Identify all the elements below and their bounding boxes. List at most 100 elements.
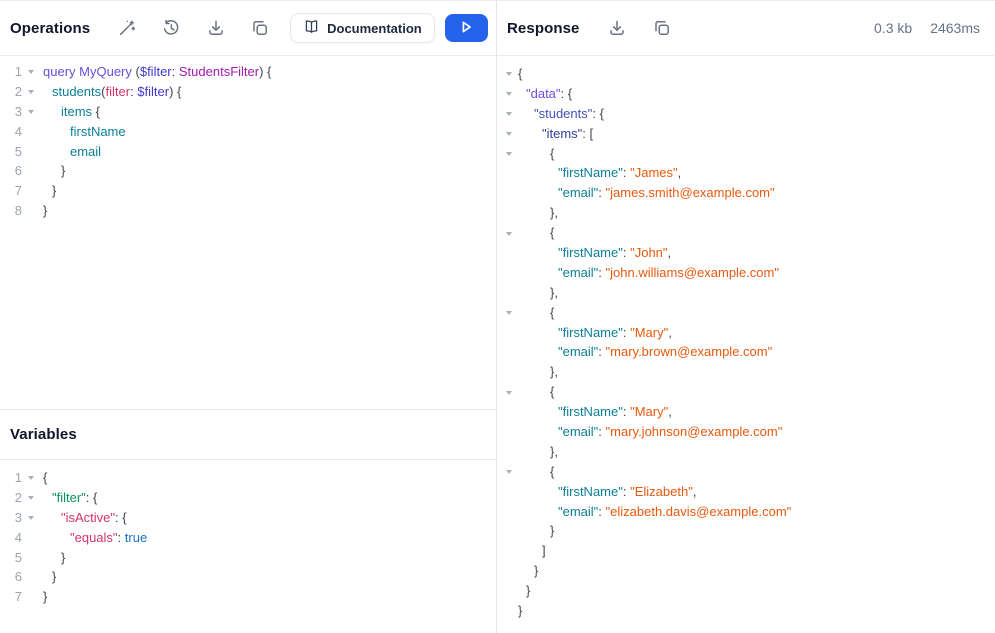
variables-code-line[interactable]: 3"isActive": { <box>0 508 496 528</box>
code-text: } <box>515 561 538 581</box>
history-button[interactable] <box>157 13 186 43</box>
fold-placeholder <box>503 342 515 362</box>
response-json-viewer[interactable]: {"data": {"students": {"items": [{"first… <box>497 56 994 633</box>
response-json-row[interactable]: "firstName": "Elizabeth", <box>497 482 994 502</box>
query-editor[interactable]: 1query MyQuery ($filter: StudentsFilter)… <box>0 56 496 409</box>
fold-toggle-icon[interactable] <box>503 462 515 482</box>
fold-toggle-icon[interactable] <box>22 82 40 102</box>
fold-placeholder <box>22 142 40 162</box>
code-text: } <box>40 161 65 181</box>
line-number: 7 <box>6 587 22 607</box>
fold-toggle-icon[interactable] <box>503 104 515 124</box>
run-query-button[interactable] <box>445 14 488 42</box>
fold-toggle-icon[interactable] <box>22 102 40 122</box>
copy-query-button[interactable] <box>246 13 275 43</box>
response-json-row[interactable]: "items": [ <box>497 124 994 144</box>
query-code-line[interactable]: 7} <box>0 181 496 201</box>
documentation-label: Documentation <box>327 21 422 36</box>
fold-placeholder <box>503 203 515 223</box>
fold-placeholder <box>503 402 515 422</box>
fold-placeholder <box>22 122 40 142</box>
fold-placeholder <box>22 181 40 201</box>
line-number: 8 <box>6 201 22 221</box>
response-json-row[interactable]: "email": "elizabeth.davis@example.com" <box>497 502 994 522</box>
response-json-row[interactable]: { <box>497 144 994 164</box>
download-response-button[interactable] <box>602 13 632 43</box>
response-json-row[interactable]: "email": "john.williams@example.com" <box>497 263 994 283</box>
fold-toggle-icon[interactable] <box>503 382 515 402</box>
fold-toggle-icon[interactable] <box>22 62 40 82</box>
code-text: firstName <box>40 122 126 142</box>
fold-toggle-icon[interactable] <box>22 488 40 508</box>
query-code-line[interactable]: 3items { <box>0 102 496 122</box>
variables-code-line[interactable]: 5} <box>0 548 496 568</box>
variables-code-line[interactable]: 6} <box>0 567 496 587</box>
variables-code-line[interactable]: 7} <box>0 587 496 607</box>
code-text: { <box>515 382 554 402</box>
fold-toggle-icon[interactable] <box>503 64 515 84</box>
fold-placeholder <box>503 422 515 442</box>
fold-toggle-icon[interactable] <box>503 124 515 144</box>
query-code-line[interactable]: 5email <box>0 142 496 162</box>
variables-code-line[interactable]: 1{ <box>0 468 496 488</box>
code-text: } <box>515 581 530 601</box>
query-code-line[interactable]: 2students(filter: $filter) { <box>0 82 496 102</box>
variables-code-line[interactable]: 4"equals": true <box>0 528 496 548</box>
fold-toggle-icon[interactable] <box>503 144 515 164</box>
query-code-line[interactable]: 1query MyQuery ($filter: StudentsFilter)… <box>0 62 496 82</box>
fold-toggle-icon[interactable] <box>503 84 515 104</box>
response-json-row[interactable]: }, <box>497 362 994 382</box>
operations-pane: Operations <box>0 1 497 633</box>
response-json-row[interactable]: "data": { <box>497 84 994 104</box>
variables-code-line[interactable]: 2"filter": { <box>0 488 496 508</box>
download-query-button[interactable] <box>201 13 230 43</box>
fold-toggle-icon[interactable] <box>22 468 40 488</box>
line-number: 6 <box>6 161 22 181</box>
operations-title: Operations <box>10 20 90 37</box>
response-json-row[interactable]: { <box>497 382 994 402</box>
line-number: 6 <box>6 567 22 587</box>
response-json-row[interactable]: "firstName": "Mary", <box>497 323 994 343</box>
fold-toggle-icon[interactable] <box>503 223 515 243</box>
response-json-row[interactable]: } <box>497 601 994 621</box>
response-json-row[interactable]: "email": "james.smith@example.com" <box>497 183 994 203</box>
code-text: "items": [ <box>515 124 593 144</box>
documentation-button[interactable]: Documentation <box>290 13 435 43</box>
response-json-row[interactable]: "firstName": "John", <box>497 243 994 263</box>
response-json-row[interactable]: }, <box>497 442 994 462</box>
response-json-row[interactable]: { <box>497 462 994 482</box>
response-json-row[interactable]: { <box>497 223 994 243</box>
code-text: } <box>40 567 56 587</box>
code-text: { <box>515 462 554 482</box>
response-json-row[interactable]: }, <box>497 283 994 303</box>
response-json-row[interactable]: } <box>497 521 994 541</box>
response-json-row[interactable]: "email": "mary.johnson@example.com" <box>497 422 994 442</box>
response-json-row[interactable]: "students": { <box>497 104 994 124</box>
line-number: 1 <box>6 62 22 82</box>
response-json-row[interactable]: { <box>497 64 994 84</box>
code-text: "email": "john.williams@example.com" <box>515 263 779 283</box>
prettify-button[interactable] <box>112 13 141 43</box>
copy-response-button[interactable] <box>647 13 677 43</box>
variables-editor[interactable]: 1{2"filter": {3"isActive": {4"equals": t… <box>0 460 496 633</box>
query-code-line[interactable]: 8} <box>0 201 496 221</box>
response-title: Response <box>507 20 580 37</box>
fold-toggle-icon[interactable] <box>22 508 40 528</box>
code-text: "equals": true <box>40 528 147 548</box>
query-code-line[interactable]: 6} <box>0 161 496 181</box>
fold-toggle-icon[interactable] <box>503 303 515 323</box>
response-json-row[interactable]: ] <box>497 541 994 561</box>
query-code-line[interactable]: 4firstName <box>0 122 496 142</box>
response-json-row[interactable]: }, <box>497 203 994 223</box>
response-json-row[interactable]: "firstName": "Mary", <box>497 402 994 422</box>
code-text: } <box>40 587 47 607</box>
response-json-row[interactable]: { <box>497 303 994 323</box>
response-json-row[interactable]: "firstName": "James", <box>497 163 994 183</box>
response-json-row[interactable]: "email": "mary.brown@example.com" <box>497 342 994 362</box>
fold-placeholder <box>22 201 40 221</box>
response-json-row[interactable]: } <box>497 581 994 601</box>
code-text: "email": "mary.brown@example.com" <box>515 342 772 362</box>
response-json-row[interactable]: } <box>497 561 994 581</box>
code-text: "isActive": { <box>40 508 127 528</box>
download-icon <box>206 18 226 38</box>
